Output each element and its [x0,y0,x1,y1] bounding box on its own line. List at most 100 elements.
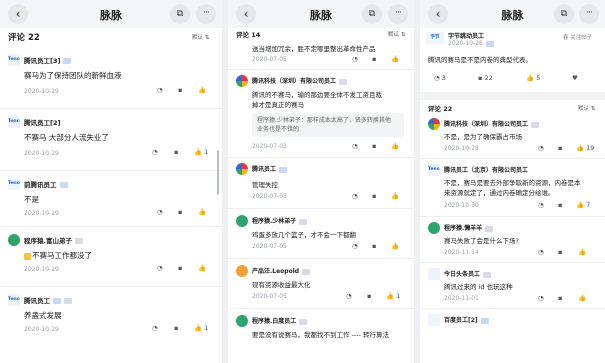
comment-icon[interactable]: ◔ [346,292,352,300]
like-count: 7 [586,201,591,209]
reply-icon[interactable]: ▪ [372,142,376,150]
comment-author[interactable]: 程序猿.富山弟子 [24,235,83,245]
reply-count: 22 [484,74,493,82]
comment-author[interactable]: 前腾讯员工 [24,179,68,189]
avatar[interactable] [428,118,440,130]
comment-icon[interactable]: ◔ [157,264,163,272]
reply-icon[interactable]: ▪ [178,208,182,216]
avatar[interactable] [236,75,248,87]
post-author[interactable]: 字节跳动员工 [448,31,484,40]
comment-icon[interactable]: ◔ [157,86,163,94]
comment-author[interactable]: 产品汪.Leopold [252,266,311,275]
list-item: 程序猿.少林弟子 鸡蛋多放几个篮子，才不会一下都翻 2020-07-05 ◔ ▪… [228,213,414,263]
avatar[interactable] [428,222,440,234]
like-icon[interactable]: 👍 [198,86,206,94]
reply-icon[interactable]: ▪ [558,144,562,152]
reply-icon[interactable]: ▪ [372,55,376,63]
reply-icon[interactable]: ▪ [174,148,178,156]
share-button[interactable]: ⧉ [554,4,574,24]
avatar[interactable] [236,265,248,277]
reply-icon[interactable]: ▪ [367,292,371,300]
quoted-reply[interactable]: 程序猿.少林弟子：那样成本太高了，贤多转换其他 业务也是不错的 [252,113,404,137]
comment-date: 2020-10-29 [24,266,59,273]
comment-author[interactable]: 腾讯员工[2] [24,117,60,127]
comment-icon[interactable]: ◔ [538,294,544,302]
avatar[interactable] [236,163,248,175]
follow-tag[interactable]: 春 关注帖子 [563,33,592,41]
like-icon[interactable]: 👍 5 [526,74,540,82]
scrollbar[interactable] [217,150,219,195]
comment-icon[interactable]: ◔ [157,208,163,216]
reply-icon[interactable]: ▪ 22 [478,74,493,82]
comment-header: 评论 22 默认 ⇅ [0,28,222,48]
share-button[interactable]: ⧉ [362,4,382,24]
reply-icon[interactable]: ▪ [174,324,178,332]
comment-author[interactable]: 百度员工[2] [444,315,489,324]
comment-author[interactable]: 腾讯员工 [252,164,288,173]
sort-button[interactable]: 默认 ⇅ [388,30,405,38]
reply-icon[interactable]: ▪ [558,294,562,302]
comment-text: 不赛马 大部分人流失业了 [24,133,109,142]
like-icon[interactable]: 👍 [198,208,206,216]
comment-icon[interactable]: ◔ [352,142,358,150]
reply-icon[interactable]: ▪ [178,264,182,272]
quote-line: 业务也是不错的 [257,126,300,133]
comment-author[interactable]: 腾讯科技（深圳）有限公司员工 [444,119,540,128]
reply-icon[interactable]: ▪ [178,86,182,94]
list-item: Tencent 腾讯员工 养蛊式发展 2020-10-29 ◔ ▪ 👍 1 [0,288,222,358]
like-icon[interactable]: 👍 [578,294,586,302]
divider [0,170,222,171]
comment-icon[interactable]: ◔ [352,55,358,63]
comment-author[interactable]: 腾讯员工（北京）有限公司员工 [444,165,528,174]
comment-author[interactable]: 今日头条员工 [444,269,492,278]
like-icon[interactable]: 👍 7 [576,201,590,209]
avatar[interactable] [8,234,20,246]
comment-icon[interactable]: ◔ [352,242,358,250]
sort-button[interactable]: 默认 ⇅ [578,104,595,112]
comment-author[interactable]: 腾讯科技（深圳）有限公司员工 [252,76,348,85]
tencent-logo-icon: Tencent [8,294,20,306]
comment-author[interactable]: 程序猿.白度员工 [252,316,308,325]
reply-icon[interactable]: ▪ [558,201,562,209]
comment-icon[interactable]: ◔ 3 [434,74,446,82]
comment-icon[interactable]: ◔ [538,201,544,209]
like-icon[interactable]: 👍 19 [576,144,594,152]
avatar[interactable] [236,215,248,227]
like-icon[interactable]: 👍 [391,192,399,200]
list-item: 百度员工[2] [420,312,605,332]
more-button[interactable]: ··· [579,4,599,24]
share-button[interactable]: ⧉ [170,4,190,24]
comment-icon[interactable]: ◔ [538,144,544,152]
like-icon[interactable]: 👍 1 [194,324,208,332]
avatar[interactable] [236,315,248,327]
like-icon[interactable]: 👍 1 [194,148,208,156]
reply-icon[interactable]: ▪ [558,248,562,256]
reply-icon[interactable]: ▪ [372,192,376,200]
reply-icon[interactable]: ▪ [372,242,376,250]
like-icon[interactable]: 👍 1 [386,292,400,300]
like-icon[interactable]: 👍 [198,264,206,272]
level-badge-icon [485,225,494,232]
like-icon[interactable]: 👍 [391,55,399,63]
like-icon[interactable]: 👍 [578,248,586,256]
sort-button[interactable]: 默认 ⇅ [192,33,209,41]
more-button[interactable]: ··· [196,4,216,24]
level-badge-icon [483,271,492,278]
heart-icon[interactable]: ♥ [572,74,578,82]
comment-author[interactable]: 程序猿.懒羊羊 [444,223,494,232]
more-button[interactable]: ··· [388,4,408,24]
comment-author[interactable]: 腾讯员工 [24,295,72,305]
comment-text: 不是，是为了确保霸占市场 [444,133,522,141]
comment-author[interactable]: 程序猿.少林弟子 [252,216,308,225]
comment-icon[interactable]: ◔ [152,324,158,332]
comment-icon[interactable]: ◔ [152,148,158,156]
like-icon[interactable]: 👍 [391,142,399,150]
baidu-logo-icon [428,314,440,326]
divider [228,258,414,259]
nav-bar: ‹ 脉脉 ⧉ ··· [420,0,605,28]
comment-icon[interactable]: ◔ [538,248,544,256]
comment-author[interactable]: 腾讯员工[3] [24,55,72,65]
tencent-logo-icon: Tencent [8,116,20,128]
like-icon[interactable]: 👍 [391,242,399,250]
comment-icon[interactable]: ◔ [352,192,358,200]
